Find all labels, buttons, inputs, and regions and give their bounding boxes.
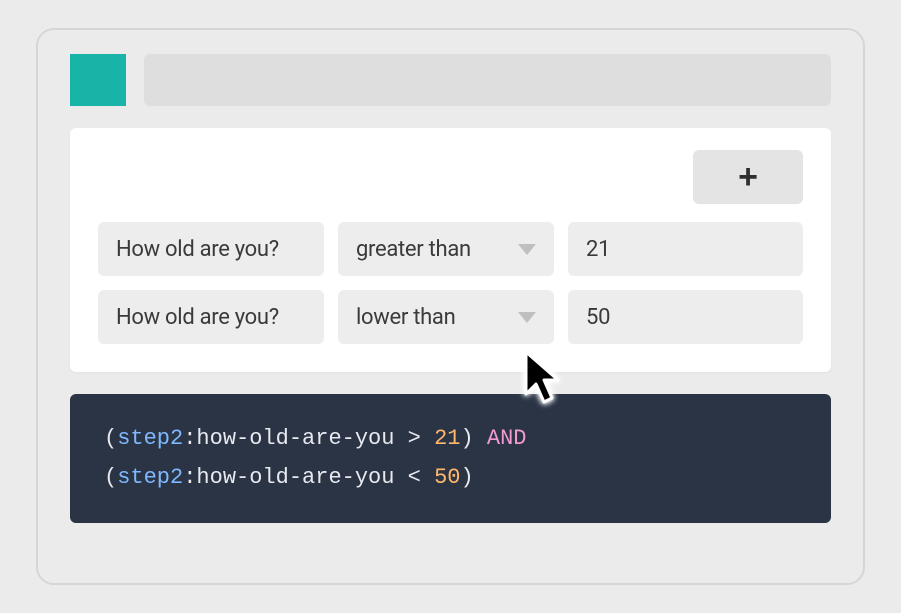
header-row (70, 54, 831, 106)
field-label: How old are you? (116, 305, 279, 330)
operator-select[interactable]: greater than (338, 222, 554, 276)
step-title-input[interactable] (144, 54, 831, 106)
value-input[interactable]: 50 (568, 290, 803, 344)
add-condition-button[interactable]: + (693, 150, 803, 204)
value-text: 50 (586, 305, 610, 330)
conditions-panel: + How old are you? greater than 21 How o… (70, 128, 831, 372)
chevron-down-icon (518, 244, 536, 255)
code-line: (step2:how-old-are-you < 50) (104, 459, 797, 498)
condition-row: How old are you? lower than 50 (98, 290, 803, 344)
code-line: (step2:how-old-are-you > 21) AND (104, 420, 797, 459)
panel-toolbar: + (98, 150, 803, 204)
field-label: How old are you? (116, 237, 279, 262)
code-preview: (step2:how-old-are-you > 21) AND (step2:… (70, 394, 831, 523)
chevron-down-icon (518, 312, 536, 323)
builder-card: + How old are you? greater than 21 How o… (36, 28, 865, 585)
operator-label: lower than (356, 305, 455, 330)
value-text: 21 (586, 237, 610, 262)
value-input[interactable]: 21 (568, 222, 803, 276)
operator-label: greater than (356, 237, 471, 262)
field-select[interactable]: How old are you? (98, 290, 324, 344)
operator-select[interactable]: lower than (338, 290, 554, 344)
plus-icon: + (738, 158, 758, 197)
condition-row: How old are you? greater than 21 (98, 222, 803, 276)
step-color-swatch[interactable] (70, 54, 126, 106)
field-select[interactable]: How old are you? (98, 222, 324, 276)
